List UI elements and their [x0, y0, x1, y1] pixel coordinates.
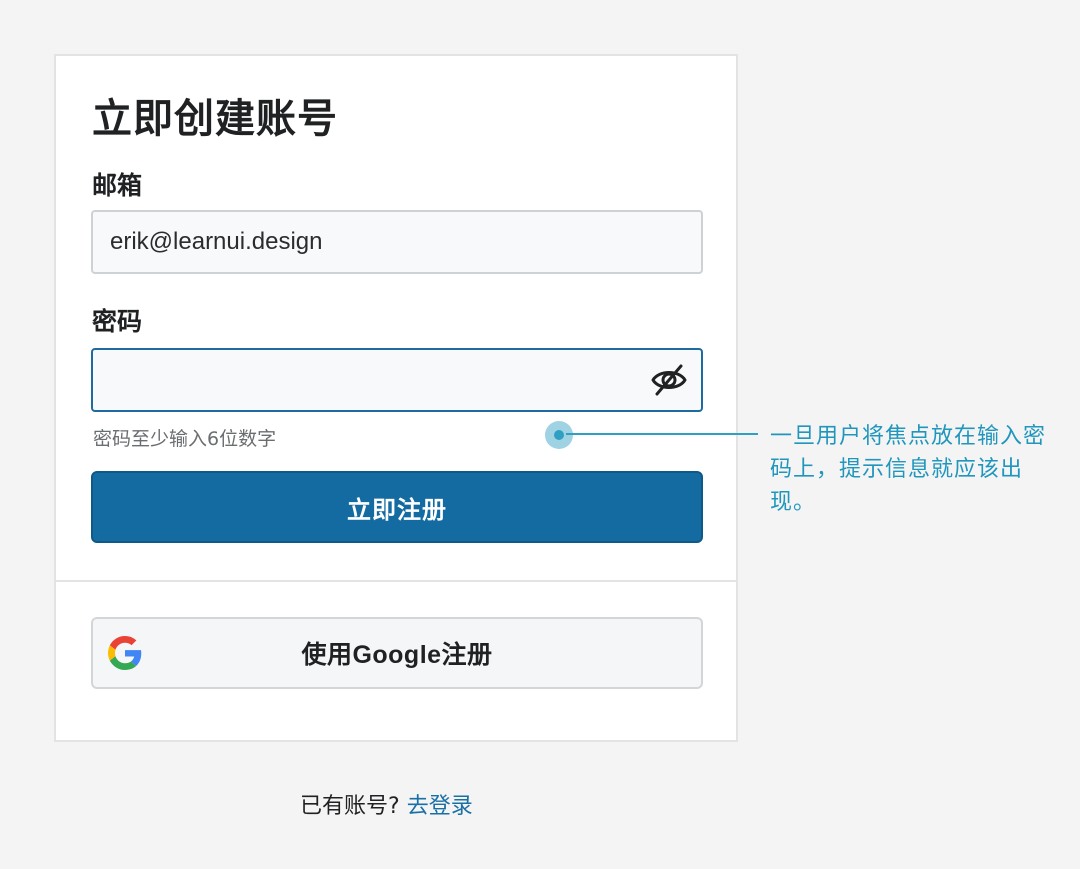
eye-off-icon[interactable]	[650, 363, 688, 397]
page: 立即创建账号 邮箱 密码 密码至少输入6位数字 立即注册	[0, 0, 1080, 869]
divider	[56, 580, 736, 582]
signup-button[interactable]: 立即注册	[91, 471, 703, 543]
password-hint: 密码至少输入6位数字	[93, 428, 277, 450]
login-link[interactable]: 去登录	[407, 794, 473, 819]
google-signup-label: 使用Google注册	[301, 641, 493, 669]
password-field[interactable]	[91, 348, 703, 412]
annotation-marker	[545, 421, 573, 449]
signup-card: 立即创建账号 邮箱 密码 密码至少输入6位数字 立即注册	[54, 54, 738, 742]
password-label: 密码	[92, 307, 143, 336]
google-logo-icon	[108, 636, 142, 670]
google-signup-button[interactable]: 使用Google注册	[91, 617, 703, 689]
annotation-note: 一旦用户将焦点放在输入密码上，提示信息就应该出现。	[770, 424, 1047, 515]
login-prompt: 已有账号? 去登录	[300, 788, 473, 820]
page-title: 立即创建账号	[92, 96, 338, 142]
login-prompt-text: 已有账号?	[300, 794, 400, 819]
email-label: 邮箱	[92, 171, 143, 200]
email-field[interactable]	[91, 210, 703, 274]
annotation-connector	[566, 433, 758, 435]
